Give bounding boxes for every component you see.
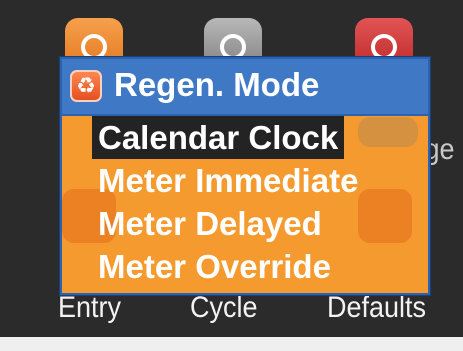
device-screen: Mo sage Da estore Entry Cycle Defaults ♻… <box>0 0 463 351</box>
label-defaults: Defaults <box>327 290 427 324</box>
popup-header: ♻ Regen. Mode <box>62 59 428 116</box>
regen-mode-popup: ♻ Regen. Mode Calendar Clock Meter Immed… <box>60 57 430 295</box>
ghost-message-icon <box>358 117 418 147</box>
recycle-icon: ♻ <box>70 70 102 102</box>
option-meter-immediate[interactable]: Meter Immediate <box>92 159 364 202</box>
label-entry: Entry <box>58 290 122 324</box>
option-meter-delayed[interactable]: Meter Delayed <box>92 202 364 245</box>
option-calendar-clock[interactable]: Calendar Clock <box>92 116 345 159</box>
ghost-toolbox-icon <box>358 189 412 243</box>
regen-mode-options: Calendar Clock Meter Immediate Meter Del… <box>92 116 364 288</box>
popup-title: Regen. Mode <box>114 66 320 103</box>
label-cycle: Cycle <box>190 290 258 324</box>
option-meter-override[interactable]: Meter Override <box>92 245 364 288</box>
device-bezel <box>0 337 463 351</box>
